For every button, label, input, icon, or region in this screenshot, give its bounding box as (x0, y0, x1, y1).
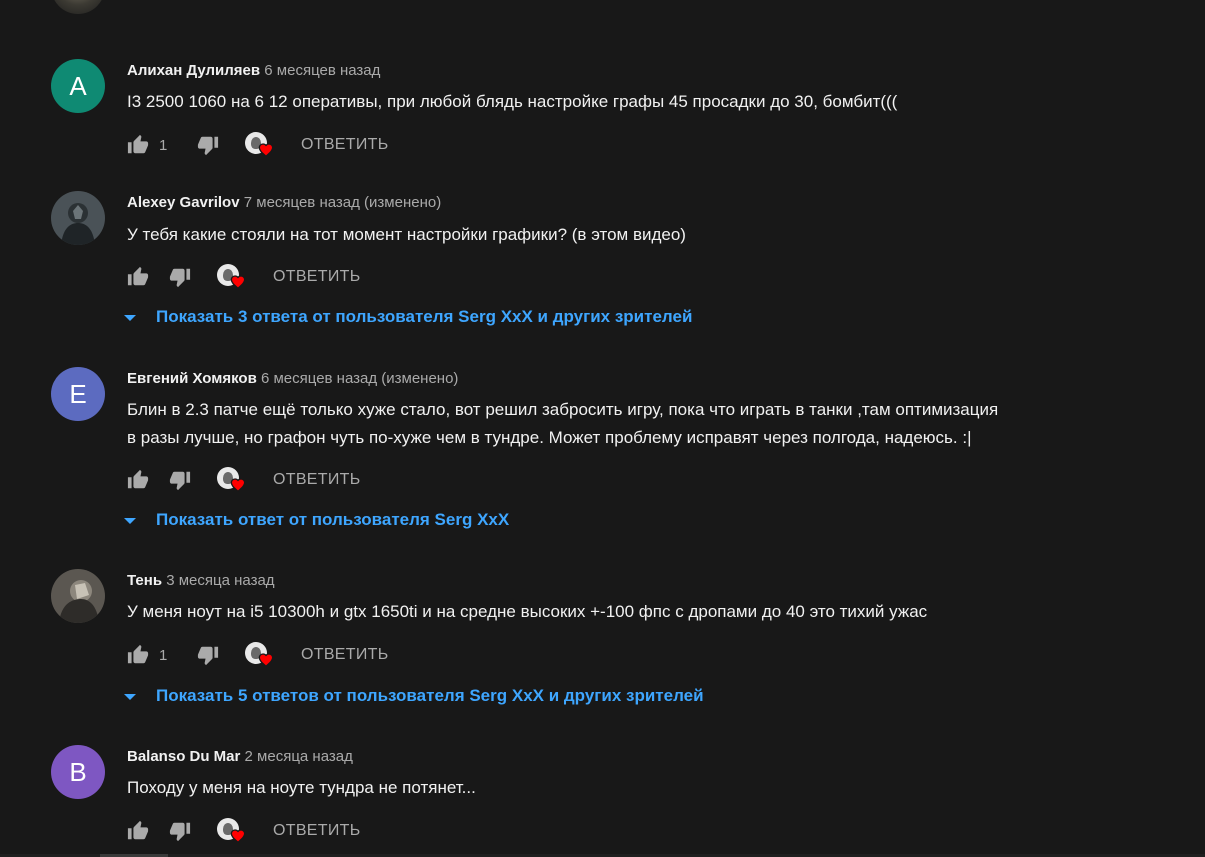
thumb-down-icon[interactable] (169, 266, 191, 288)
comment-header: Евгений Хомяков 6 месяцев назад (изменен… (127, 370, 458, 387)
reply-button[interactable]: ОТВЕТИТЬ (273, 822, 361, 840)
thumb-down-icon[interactable] (197, 134, 219, 156)
reply-button[interactable]: ОТВЕТИТЬ (273, 268, 361, 286)
like-count: 1 (159, 646, 168, 664)
comment-time[interactable]: 2 месяца назад (245, 748, 353, 765)
comment-text: У меня ноут на i5 10300h и gtx 1650ti и … (127, 602, 928, 621)
show-replies-label: Показать 3 ответа от пользователя Serg X… (156, 307, 693, 326)
show-replies-label: Показать 5 ответов от пользователя Serg … (156, 686, 704, 705)
thumb-up-icon[interactable] (127, 134, 149, 156)
creator-heart-icon (245, 642, 274, 668)
thumb-up-icon[interactable] (127, 644, 149, 666)
triangle-down-icon (124, 315, 136, 321)
comment-header: Balanso Du Mar 2 месяца назад (127, 748, 353, 765)
comment-text: Походу у меня на ноуте тундра не потянет… (127, 778, 476, 797)
creator-heart-icon (217, 818, 246, 844)
show-replies-button[interactable]: Показать 5 ответов от пользователя Serg … (124, 686, 704, 706)
creator-heart-icon (217, 467, 246, 493)
comment-author[interactable]: Алихан Дулиляев (127, 62, 260, 79)
comment-time[interactable]: 6 месяцев назад (изменено) (261, 370, 458, 387)
creator-heart-icon (245, 132, 274, 158)
comment-text: У тебя какие стояли на тот момент настро… (127, 225, 686, 244)
reply-button[interactable]: ОТВЕТИТЬ (301, 646, 389, 664)
comment-author[interactable]: Евгений Хомяков (127, 370, 257, 387)
avatar[interactable]: B (51, 745, 105, 799)
comment-actions: ОТВЕТИТЬ (127, 467, 361, 493)
show-replies-label: Показать ответ от пользователя Serg XxX (156, 510, 510, 529)
thumb-down-icon[interactable] (169, 820, 191, 842)
comment-text: Блин в 2.3 патче ещё только хуже стало, … (127, 396, 1157, 452)
comment-text-line: Блин в 2.3 патче ещё только хуже стало, … (127, 400, 999, 419)
thumb-down-icon[interactable] (197, 644, 219, 666)
avatar[interactable] (51, 191, 105, 245)
triangle-down-icon (124, 694, 136, 700)
comment-actions: 1 ОТВЕТИТЬ (127, 132, 389, 158)
avatar-letter: B (69, 756, 87, 787)
comment-text-line: в разы лучше, но графон чуть по-хуже чем… (127, 428, 972, 447)
avatar[interactable] (51, 569, 105, 623)
comment-time[interactable]: 6 месяцев назад (264, 62, 380, 79)
thumb-down-icon[interactable] (169, 469, 191, 491)
comment-author[interactable]: Balanso Du Mar (127, 748, 240, 765)
like-count: 1 (159, 136, 168, 154)
thumb-up-icon[interactable] (127, 820, 149, 842)
comment-author[interactable]: Alexey Gavrilov (127, 194, 240, 211)
comment-actions: ОТВЕТИТЬ (127, 818, 361, 844)
reply-button[interactable]: ОТВЕТИТЬ (301, 136, 389, 154)
triangle-down-icon (124, 518, 136, 524)
thumb-up-icon[interactable] (127, 469, 149, 491)
avatar[interactable]: А (51, 59, 105, 113)
previous-comment-avatar[interactable] (51, 0, 105, 14)
reply-button[interactable]: ОТВЕТИТЬ (273, 471, 361, 489)
avatar[interactable]: E (51, 367, 105, 421)
show-replies-button[interactable]: Показать 3 ответа от пользователя Serg X… (124, 307, 692, 327)
comment-header: Алихан Дулиляев 6 месяцев назад (127, 62, 380, 79)
comment-actions: 1 ОТВЕТИТЬ (127, 642, 389, 668)
comment-time[interactable]: 7 месяцев назад (изменено) (244, 194, 441, 211)
comment-author[interactable]: Тень (127, 572, 162, 589)
comment-header: Тень 3 месяца назад (127, 572, 275, 589)
comment-header: Alexey Gavrilov 7 месяцев назад (изменен… (127, 194, 441, 211)
avatar-letter: E (69, 378, 87, 409)
creator-heart-icon (217, 264, 246, 290)
comment-text: I3 2500 1060 на 6 12 оперативы, при любо… (127, 92, 898, 111)
comment-actions: ОТВЕТИТЬ (127, 264, 361, 290)
comment-time[interactable]: 3 месяца назад (166, 572, 274, 589)
thumb-up-icon[interactable] (127, 266, 149, 288)
avatar-letter: А (69, 70, 87, 101)
show-replies-button[interactable]: Показать ответ от пользователя Serg XxX (124, 510, 509, 530)
